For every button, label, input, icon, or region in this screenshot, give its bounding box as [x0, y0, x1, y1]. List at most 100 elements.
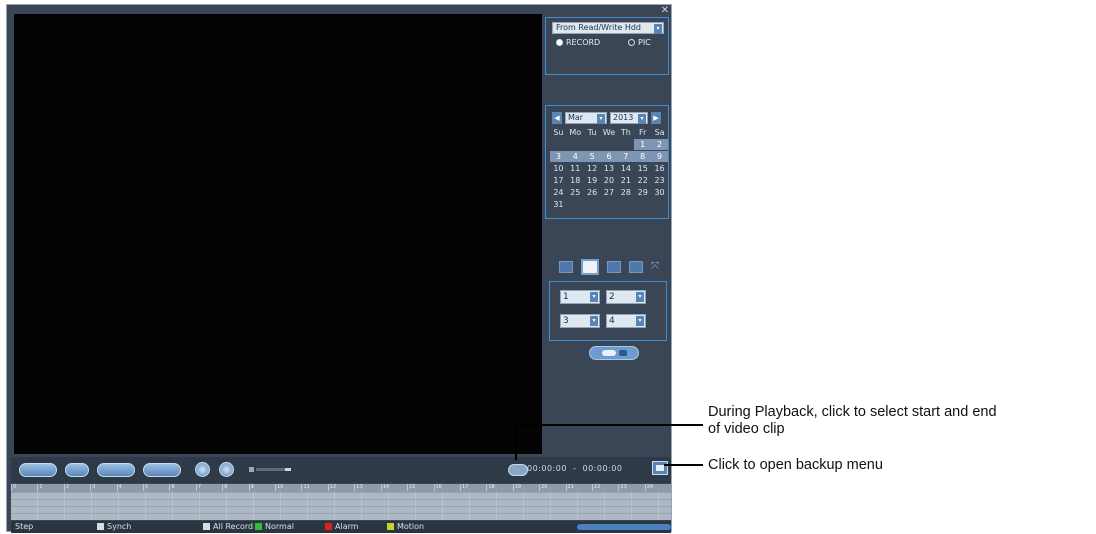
calendar-header: ◀ Mar ▾ 2013 ▾ ▶ — [552, 112, 664, 124]
next-month-icon[interactable]: ▶ — [651, 112, 661, 124]
step-checkbox[interactable]: Step — [15, 522, 33, 531]
timeline-zoom-scrollbar[interactable] — [577, 524, 671, 530]
calendar-day[interactable]: 18 — [567, 175, 584, 186]
record-radio[interactable]: RECORD — [556, 38, 600, 47]
calendar-day[interactable]: 20 — [601, 175, 618, 186]
play-backward-button[interactable] — [19, 463, 57, 477]
calendar-day[interactable]: 8 — [634, 151, 652, 162]
timeline-hour-tick: 24 — [644, 484, 671, 491]
calendar-empty-cell — [617, 139, 634, 150]
close-icon[interactable]: ✕ — [661, 5, 669, 16]
volume-slider[interactable] — [249, 467, 291, 472]
chevron-down-icon: ▾ — [597, 114, 605, 124]
calendar-day[interactable]: 6 — [600, 151, 618, 162]
calendar-day[interactable]: 3 — [550, 151, 567, 162]
calendar-day[interactable]: 29 — [634, 187, 651, 198]
calendar-empty-cell — [601, 139, 618, 150]
calendar-day[interactable]: 1 — [634, 139, 652, 150]
calendar-empty-cell — [567, 199, 584, 210]
single-view-icon[interactable] — [559, 261, 573, 273]
calendar-day[interactable]: 25 — [567, 187, 584, 198]
channel-select-1[interactable]: 1 ▾ — [560, 290, 600, 304]
sixteen-view-icon[interactable] — [629, 261, 643, 273]
calendar-day[interactable]: 16 — [651, 163, 668, 174]
channel-select-2[interactable]: 2 ▾ — [606, 290, 646, 304]
legend-label: Normal — [265, 522, 294, 531]
calendar-day[interactable]: 10 — [550, 163, 567, 174]
timeline-hour-tick: 9 — [248, 484, 275, 491]
clip-callout-line — [515, 424, 517, 460]
timeline-hour-tick: 5 — [143, 484, 169, 491]
checkbox-icon — [97, 523, 104, 530]
fast-play-button[interactable] — [219, 462, 234, 477]
synch-checkbox[interactable]: Synch — [97, 522, 131, 531]
legend-label: All Record — [213, 522, 254, 531]
timeline-hour-tick: 3 — [90, 484, 116, 491]
source-select[interactable]: From Read/Write Hdd ▾ — [552, 22, 664, 34]
nine-view-icon[interactable] — [607, 261, 621, 273]
calendar-day[interactable]: 19 — [584, 175, 601, 186]
calendar-day[interactable]: 24 — [550, 187, 567, 198]
calendar-day[interactable]: 9 — [651, 151, 668, 162]
split-mode-bar: ⤧ — [559, 259, 669, 275]
toggle-left-icon — [601, 350, 616, 356]
chevron-down-icon: ▾ — [638, 114, 646, 124]
pic-radio[interactable]: PIC — [628, 38, 651, 47]
calendar-day[interactable]: 2 — [651, 139, 668, 150]
dvr-playback-window: ✕ From Read/Write Hdd ▾ RECORD PIC ◀ Mar… — [6, 4, 672, 533]
calendar-day[interactable]: 11 — [567, 163, 584, 174]
clip-button[interactable] — [508, 464, 528, 476]
timeline-hour-tick: 7 — [195, 484, 222, 491]
channel-value: 2 — [609, 292, 615, 302]
timeline-hour-tick: 20 — [539, 484, 565, 491]
video-playback-area[interactable] — [14, 14, 542, 454]
radio-selected-icon — [556, 39, 563, 46]
weekday-label: Fr — [639, 128, 647, 137]
calendar-day[interactable]: 5 — [583, 151, 601, 162]
calendar-day[interactable]: 27 — [601, 187, 618, 198]
toggle-right-icon — [618, 350, 627, 356]
quad-view-icon[interactable] — [581, 259, 599, 275]
play-button[interactable] — [97, 463, 135, 477]
calendar-day[interactable]: 28 — [617, 187, 634, 198]
timeline-channel-rows[interactable] — [11, 492, 671, 520]
calendar-empty-cell — [584, 139, 601, 150]
legend-motion: Motion — [387, 522, 424, 531]
calendar-day[interactable]: 30 — [651, 187, 668, 198]
chevron-down-icon: ▾ — [636, 316, 644, 326]
slow-play-button[interactable] — [195, 462, 210, 477]
stop-button[interactable] — [65, 463, 89, 477]
pause-button[interactable] — [143, 463, 181, 477]
calendar-day[interactable]: 14 — [617, 163, 634, 174]
search-play-toggle[interactable] — [589, 346, 639, 360]
timeline-hour-tick: 17 — [459, 484, 486, 491]
calendar-day[interactable]: 17 — [550, 175, 567, 186]
calendar-day[interactable]: 26 — [584, 187, 601, 198]
month-select[interactable]: Mar ▾ — [565, 112, 607, 124]
calendar-day[interactable]: 4 — [566, 151, 584, 162]
prev-month-icon[interactable]: ◀ — [552, 112, 562, 124]
calendar-day[interactable]: 12 — [584, 163, 601, 174]
clip-callout-text: During Playback, click to select start a… — [708, 404, 997, 437]
calendar-day[interactable]: 13 — [601, 163, 618, 174]
timeline-hour-tick: 16 — [433, 484, 460, 491]
calendar-day[interactable]: 15 — [634, 163, 651, 174]
timeline-hour-tick: 2 — [63, 484, 90, 491]
calendar-day[interactable]: 31 — [550, 199, 567, 210]
channel-select-4[interactable]: 4 ▾ — [606, 314, 646, 328]
month-value: Mar — [568, 113, 584, 122]
alarm-swatch-icon — [325, 523, 332, 530]
year-select[interactable]: 2013 ▾ — [610, 112, 648, 124]
channel-value: 1 — [563, 292, 569, 302]
step-label: Step — [15, 522, 34, 531]
calendar-day[interactable]: 21 — [617, 175, 634, 186]
timeline-hour-tick: 18 — [486, 484, 512, 491]
calendar-day[interactable]: 23 — [651, 175, 668, 186]
calendar-day[interactable]: 22 — [634, 175, 651, 186]
all-record-swatch-icon — [203, 523, 210, 530]
channel-select-3[interactable]: 3 ▾ — [560, 314, 600, 328]
fullscreen-icon[interactable]: ⤧ — [651, 261, 665, 273]
timeline[interactable]: 0 1 2 3 4 5 6 7 8 9 10 11 12 13 14 15 16 17 18 19 20 21 22 23 24 — [11, 484, 671, 520]
weekday-label: Sa — [654, 128, 665, 137]
calendar-day[interactable]: 7 — [617, 151, 635, 162]
